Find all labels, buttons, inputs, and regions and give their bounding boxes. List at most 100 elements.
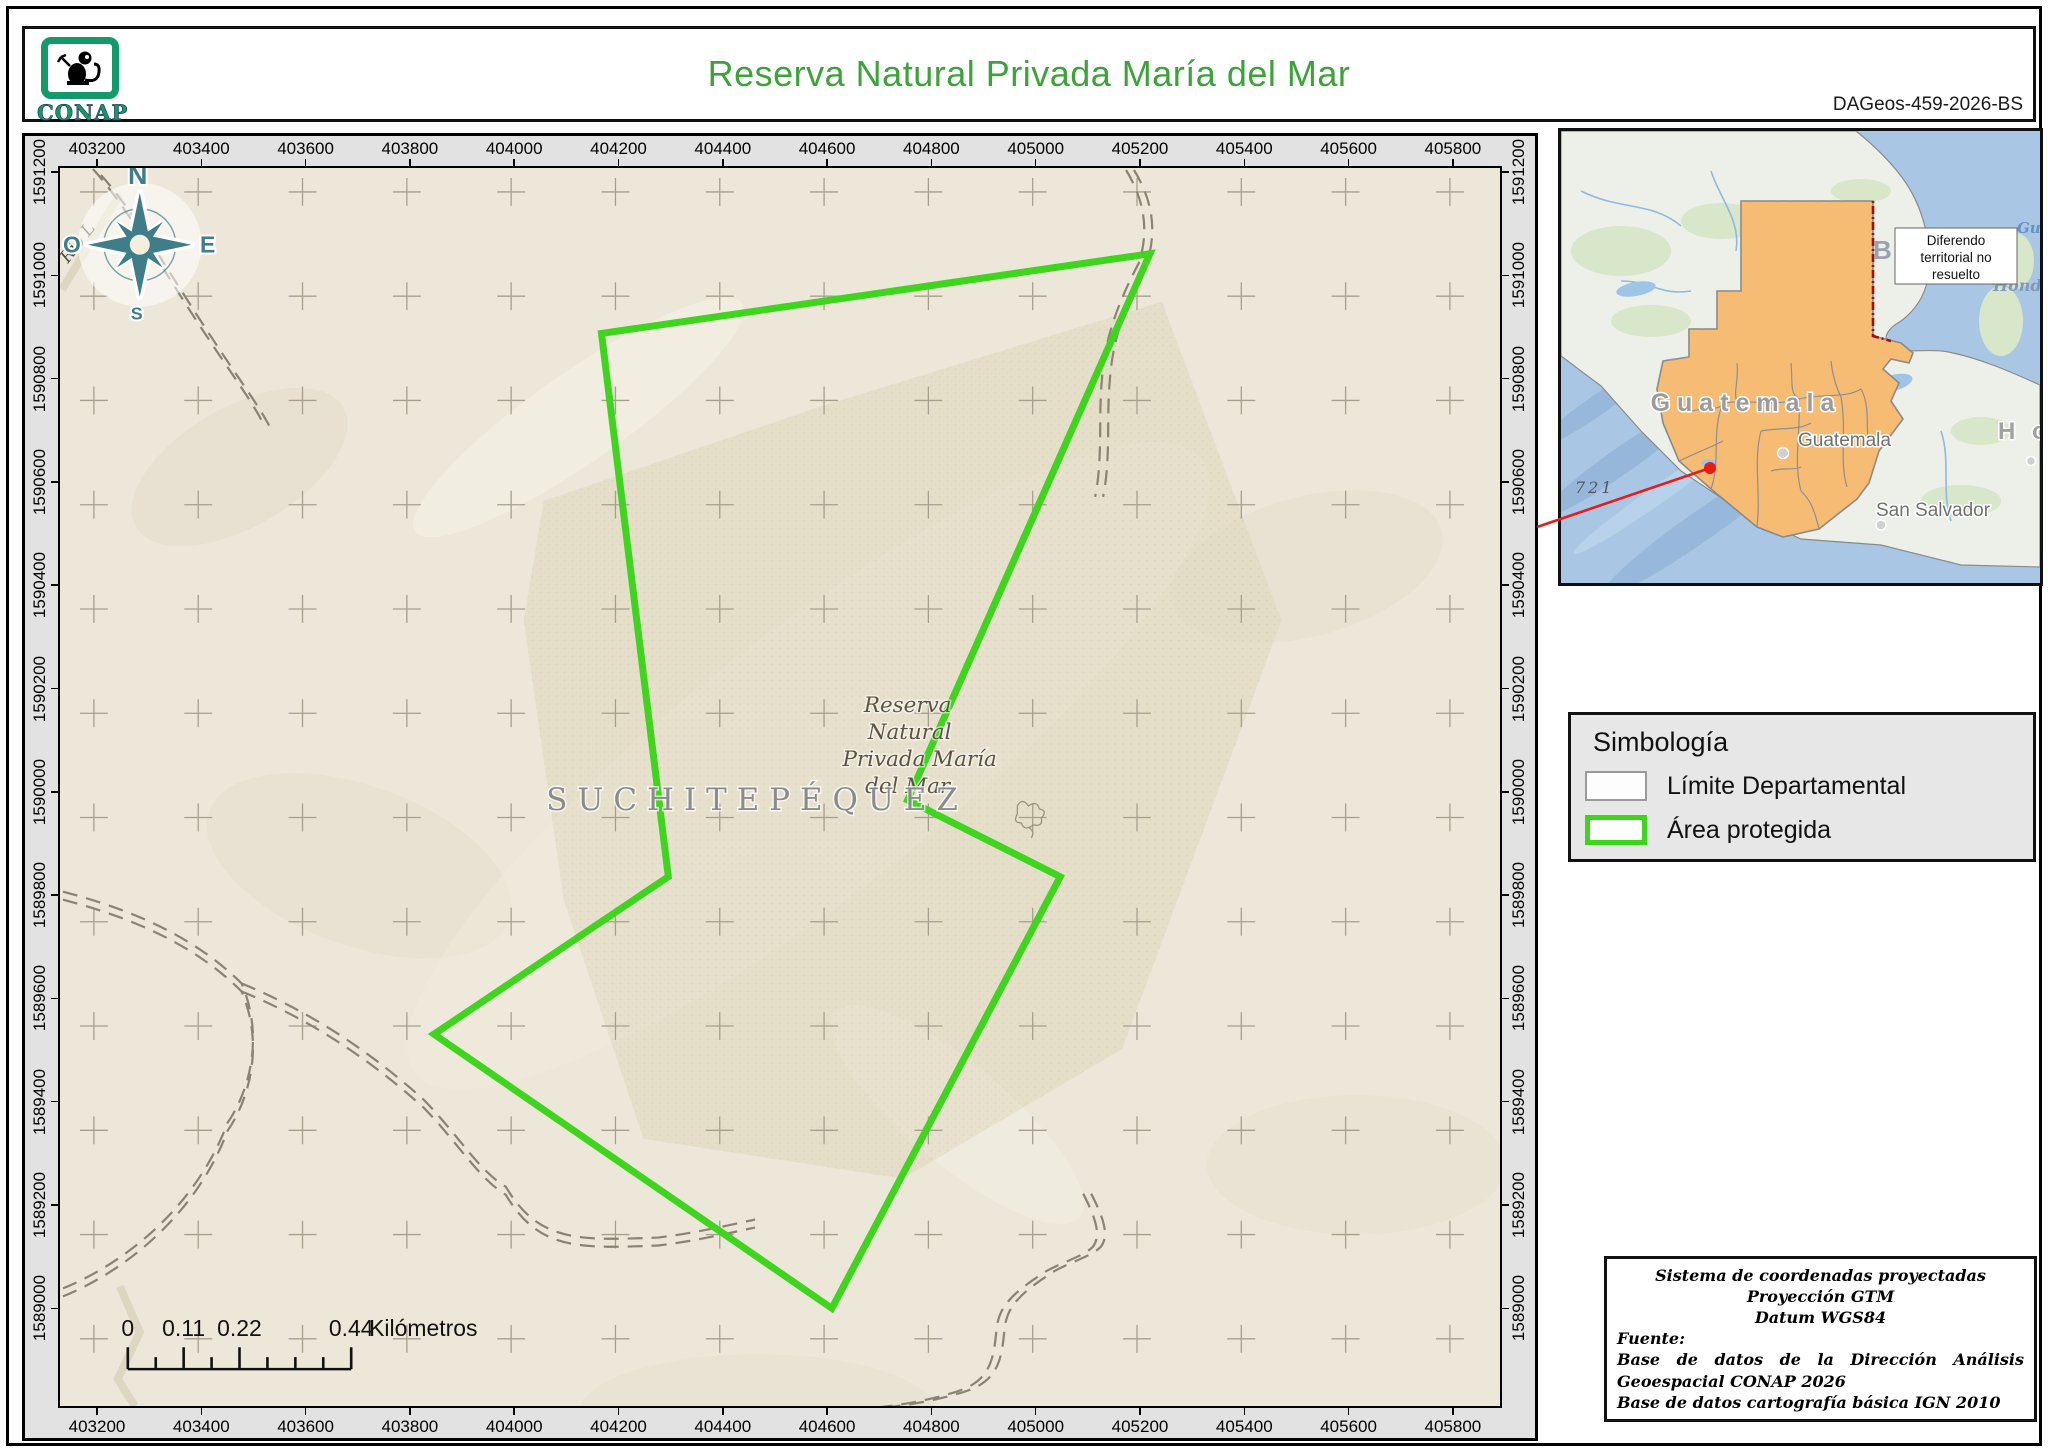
axis-label: 403600 — [277, 139, 334, 158]
svg-text:Privada María: Privada María — [841, 747, 996, 772]
axis-label: 1590200 — [30, 655, 49, 722]
main-map-frame: 1591200 1591000 1590800 1590600 1590400 15902… — [22, 133, 1538, 1441]
axis-label: 403800 — [381, 1417, 439, 1436]
axis-label: 404200 — [590, 139, 647, 158]
axis-label: 1590600 — [1509, 448, 1528, 515]
axis-label: 404600 — [798, 1417, 856, 1436]
fuente-label: Fuente: — [1617, 1329, 1685, 1349]
source-line-2: Base de datos cartografía básica IGN 201… — [1617, 1392, 2001, 1412]
page-title: Reserva Natural Privada María del Mar — [707, 53, 1351, 94]
map-drawing: Río L Reserva Natural Privada María del … — [60, 168, 1500, 1406]
axis-label: 403200 — [68, 1417, 126, 1436]
axis-label: 1589600 — [30, 965, 49, 1032]
compass-west-label: O — [63, 232, 81, 258]
axis-label: 1589400 — [1509, 1068, 1528, 1135]
y-axis-right: 1591200 1591000 1590800 1590600 1590400 15902… — [1502, 136, 1535, 1438]
legend-item-departmental: Límite Departamental — [1585, 771, 1906, 801]
axis-label: 403800 — [381, 139, 439, 158]
axis-label: 1589600 — [1509, 965, 1528, 1032]
protected-area-swatch — [1585, 815, 1647, 845]
capital-city-dot — [1776, 446, 1790, 460]
crs-line: Sistema de coordenadas proyectadas — [1655, 1266, 1986, 1285]
legend-item-protected: Área protegida — [1585, 815, 1831, 845]
axis-label: 404800 — [903, 139, 960, 158]
conap-logo-text: CONAP — [37, 100, 129, 126]
svg-text:Reserva: Reserva — [863, 693, 952, 718]
axis-label: 403400 — [172, 1417, 230, 1436]
department-label: SUCHITEPÉQUEZ — [546, 780, 968, 818]
san-salvador-label: San Salvador — [1876, 500, 1991, 521]
axis-label: 1591000 — [30, 242, 49, 309]
axis-label: 404200 — [590, 1417, 647, 1436]
axis-label: 1590200 — [1509, 655, 1528, 722]
axis-label: 1590000 — [1509, 758, 1528, 825]
axis-label: 404000 — [485, 139, 543, 158]
axis-label: 405600 — [1320, 139, 1377, 158]
axis-label: 1589200 — [1509, 1171, 1528, 1239]
axis-label: 405200 — [1111, 1417, 1169, 1436]
axis-label: 1590600 — [30, 448, 49, 515]
svg-text:Kilómetros: Kilómetros — [369, 1315, 477, 1341]
axis-label: 1590800 — [30, 345, 49, 412]
axis-label: 1589200 — [30, 1171, 49, 1239]
axis-label: 405000 — [1007, 1417, 1065, 1436]
axis-label: 403600 — [277, 1417, 334, 1436]
san-salvador-dot — [1875, 519, 1887, 531]
axis-label: 404400 — [694, 139, 752, 158]
city-dot-east — [2025, 455, 2037, 467]
compass-south-label: S — [131, 304, 143, 324]
axis-label: 1590000 — [30, 758, 49, 825]
source-line-1: Base de datos de la Dirección Análisis G… — [1617, 1350, 2024, 1391]
svg-text:Diferendo: Diferendo — [1927, 233, 1986, 248]
x-axis-bottom: 403200 403400 403600 403800 404000 404200 4044… — [58, 1408, 1502, 1438]
datum-line: Datum WGS84 — [1754, 1308, 1887, 1328]
axis-label: 1589400 — [30, 1068, 49, 1135]
axis-label: 404400 — [694, 1417, 752, 1436]
belize-label-fragment: B — [1873, 235, 1892, 265]
honduras-label-fragment: H o — [1998, 418, 2040, 445]
svg-text:resuelto: resuelto — [1932, 267, 1980, 282]
axis-label: 405800 — [1424, 139, 1482, 158]
axis-label: 404800 — [903, 1417, 960, 1436]
axis-label: 1591200 — [30, 138, 49, 206]
inset-locator-map: B Gu Hond Guatemala Guatemala San Salvad… — [1558, 128, 2043, 586]
capital-city-label: Guatemala — [1798, 430, 1891, 451]
axis-label: 1589000 — [30, 1275, 49, 1342]
departmental-boundary-swatch — [1585, 771, 1647, 801]
inset-drawing: B Gu Hond Guatemala Guatemala San Salvad… — [1561, 131, 2040, 583]
light-road-bottomleft — [113, 1284, 145, 1406]
axis-label: 1590400 — [1509, 552, 1528, 619]
axis-label: 403400 — [172, 139, 230, 158]
axis-label: 405400 — [1215, 1417, 1273, 1436]
axis-label: 1589800 — [30, 862, 49, 929]
axis-label: 403200 — [68, 139, 126, 158]
axis-label: 405000 — [1007, 139, 1065, 158]
legend-box: Simbología Límite Departamental Área pro… — [1568, 712, 2036, 862]
axis-label: 404600 — [798, 139, 856, 158]
svg-text:0.44: 0.44 — [329, 1315, 374, 1341]
x-axis-top: 403200 403400 403600 403800 404000 404200 4044… — [58, 136, 1502, 166]
territorial-note-box: Diferendo territorial no resuelto — [1894, 227, 2018, 285]
source-info-box: Sistema de coordenadas proyectadas Proye… — [1604, 1256, 2037, 1422]
svg-text:Natural: Natural — [867, 720, 952, 745]
depth-label: 721 — [1575, 478, 1615, 497]
svg-text:0.11: 0.11 — [162, 1315, 205, 1341]
axis-label: 1591200 — [1509, 138, 1528, 206]
axis-label: 405200 — [1111, 139, 1169, 158]
projection-line: Proyección GTM — [1746, 1287, 1895, 1307]
legend-title: Simbología — [1593, 727, 1729, 757]
scale-bar: 0 0.11 0.22 0.44 Kilómetros — [121, 1315, 477, 1371]
gulf-label: Gu — [2017, 219, 2040, 237]
map-canvas: Río L Reserva Natural Privada María del … — [58, 166, 1502, 1408]
axis-label: 405400 — [1215, 139, 1273, 158]
axis-label: 1589800 — [1509, 862, 1528, 929]
svg-text:0.22: 0.22 — [217, 1315, 262, 1341]
compass-north-label: N — [128, 168, 147, 190]
axis-label: 405800 — [1424, 1417, 1482, 1436]
axis-label: 1589000 — [1509, 1275, 1528, 1342]
legend-item-label: Límite Departamental — [1667, 771, 1907, 800]
svg-text:0: 0 — [121, 1315, 134, 1341]
axis-label: 1591000 — [1509, 242, 1528, 309]
axis-label: 1590400 — [30, 552, 49, 619]
legend-item-label: Área protegida — [1667, 815, 1832, 844]
